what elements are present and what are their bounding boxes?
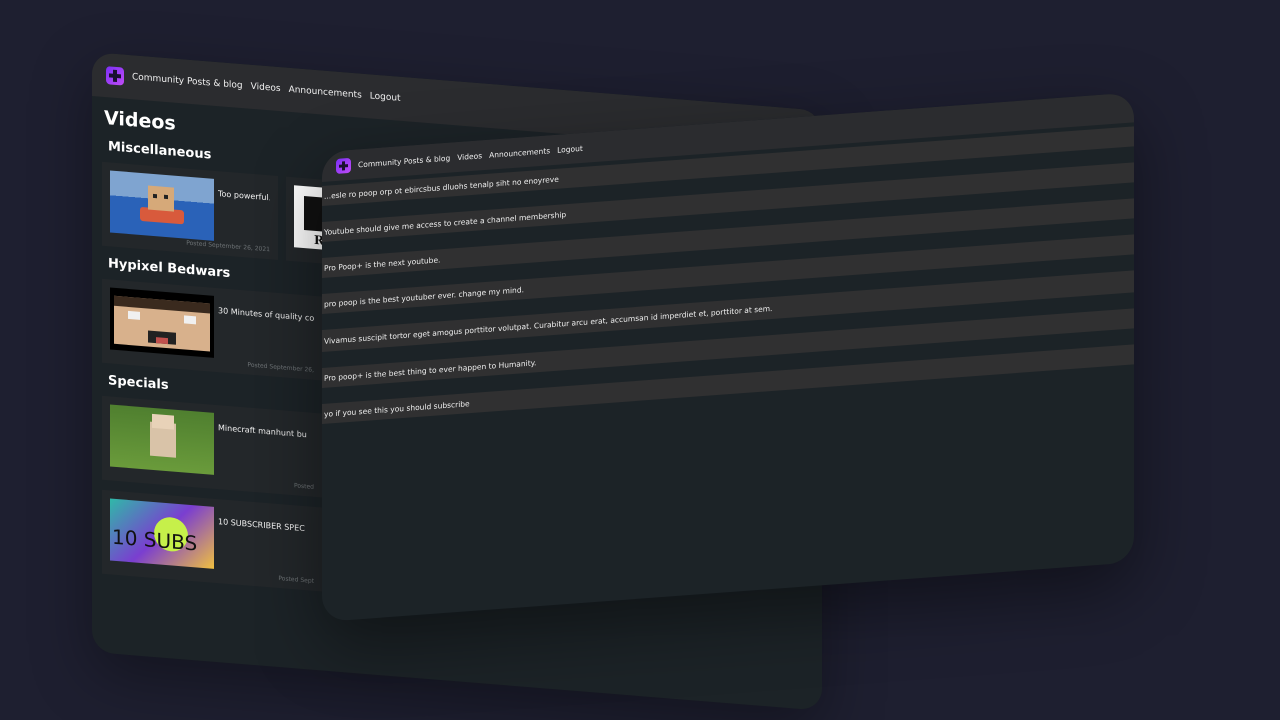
video-card[interactable]: Minecraft manhunt bu Posted — [102, 395, 322, 498]
video-thumbnail[interactable] — [110, 404, 214, 475]
nav-link-logout[interactable]: Logout — [370, 91, 401, 103]
community-window: Community Posts & blog Videos Announceme… — [322, 92, 1134, 623]
scene: Community Posts & blog Videos Announceme… — [0, 0, 1280, 720]
nav-link-videos[interactable]: Videos — [457, 151, 482, 162]
video-thumbnail[interactable] — [110, 287, 214, 358]
video-card[interactable]: 30 Minutes of quality cont Posted Septem… — [102, 278, 322, 381]
video-card[interactable]: Too powerful... Posted September 26, 202… — [102, 161, 278, 260]
video-thumbnail[interactable]: 10 SUBS — [110, 498, 214, 569]
video-thumbnail[interactable] — [110, 170, 214, 241]
nav-link-community[interactable]: Community Posts & blog — [358, 153, 450, 169]
nav-link-logout[interactable]: Logout — [557, 143, 583, 154]
nav-link-announcements[interactable]: Announcements — [489, 146, 550, 159]
video-title[interactable]: 10 SUBSCRIBER SPEC — [218, 517, 305, 582]
video-date: Posted — [293, 482, 314, 491]
nav-link-videos[interactable]: Videos — [251, 82, 281, 94]
nav-link-community[interactable]: Community Posts & blog — [132, 72, 243, 91]
video-title[interactable]: Minecraft manhunt bu — [218, 423, 307, 488]
site-logo-icon[interactable] — [336, 157, 351, 174]
video-date: Posted Sept — [278, 574, 314, 585]
nav-link-announcements[interactable]: Announcements — [289, 85, 362, 101]
video-card[interactable]: 10 SUBS 10 SUBSCRIBER SPEC Posted Sept — [102, 489, 322, 592]
site-logo-icon[interactable] — [106, 66, 124, 86]
